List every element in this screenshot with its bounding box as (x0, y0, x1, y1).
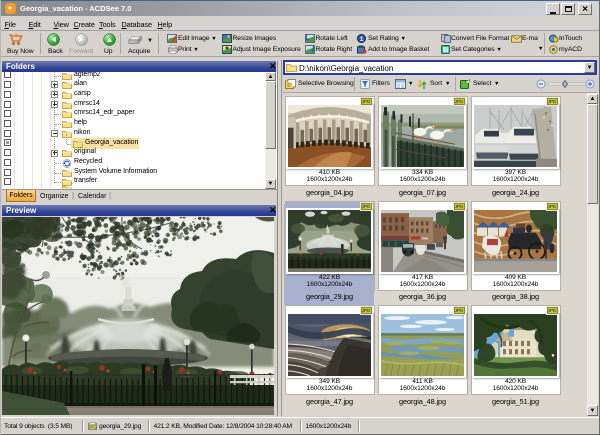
svg-text:JPG: JPG (88, 425, 97, 430)
svg-text:1: 1 (360, 35, 364, 42)
